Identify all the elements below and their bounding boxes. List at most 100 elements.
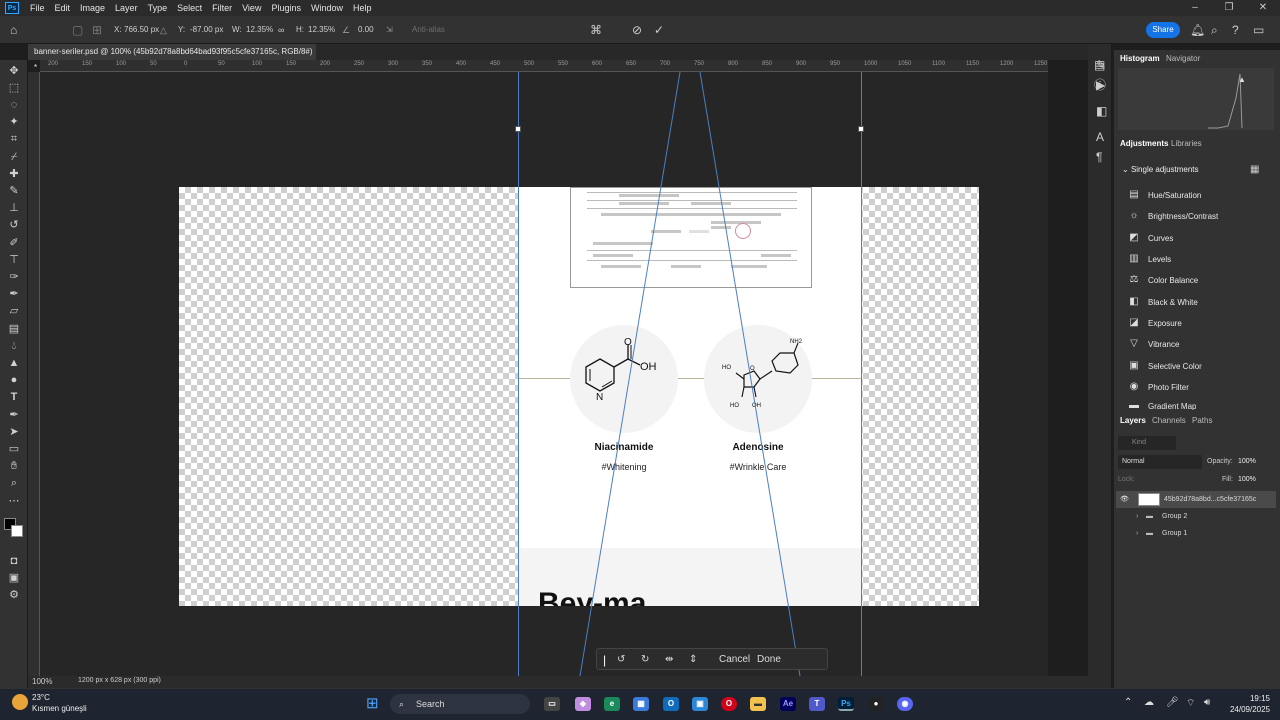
- document-size[interactable]: 1200 px x 628 px (300 ppi): [78, 677, 161, 684]
- tab-histogram[interactable]: Histogram: [1120, 54, 1160, 63]
- screen-mode-icon[interactable]: ▣: [7, 571, 21, 585]
- menu-select[interactable]: Select: [172, 3, 207, 13]
- teams-icon[interactable]: T: [809, 697, 825, 711]
- hand-tool-icon[interactable]: ✋︎: [7, 459, 21, 473]
- menu-file[interactable]: File: [25, 3, 50, 13]
- reference-point-icon[interactable]: ▢: [72, 23, 83, 37]
- chrome-icon[interactable]: ●: [868, 697, 884, 711]
- y-field[interactable]: -87.00 px: [190, 16, 223, 44]
- pen-brush-icon[interactable]: ✐: [7, 236, 21, 250]
- blur-tool-icon[interactable]: 💧︎: [7, 339, 21, 353]
- character-icon[interactable]: A: [1096, 130, 1104, 144]
- mixer-brush-icon[interactable]: ✑: [7, 270, 21, 284]
- edge-icon[interactable]: e: [604, 697, 620, 711]
- task-view-icon[interactable]: ▭: [544, 697, 560, 711]
- marquee-tool-icon[interactable]: ⬚: [7, 81, 21, 95]
- play-actions-icon[interactable]: ▶: [1096, 78, 1105, 92]
- minimize-icon[interactable]: –: [1178, 0, 1212, 16]
- blend-mode-select[interactable]: Normal: [1118, 455, 1202, 469]
- tab-channels[interactable]: Channels: [1152, 416, 1186, 425]
- gradient-tool-icon[interactable]: ▤: [7, 322, 21, 336]
- document-tab[interactable]: banner-seriler.psd @ 100% (45b92d78a8bd6…: [28, 44, 316, 72]
- taskbar-search[interactable]: ⌕ Search: [390, 694, 530, 714]
- reference-grid-icon[interactable]: ⊞: [92, 23, 102, 37]
- sharpen-tool-icon[interactable]: ▲: [7, 356, 21, 370]
- transform-handle-top-left[interactable]: [515, 126, 521, 132]
- link-icon[interactable]: ∞: [278, 23, 284, 37]
- photoshop-taskbar-icon[interactable]: Ps: [838, 697, 854, 711]
- tab-libraries[interactable]: Libraries: [1171, 139, 1202, 148]
- antialias-checkbox[interactable]: Anti-alias: [412, 16, 445, 44]
- move-tool-icon[interactable]: ✥: [7, 64, 21, 78]
- menu-plugins[interactable]: Plugins: [266, 3, 306, 13]
- menu-view[interactable]: View: [237, 3, 266, 13]
- fill-field[interactable]: 100%: [1238, 476, 1256, 483]
- h-field[interactable]: 12.35%: [308, 16, 335, 44]
- menu-image[interactable]: Image: [75, 3, 110, 13]
- cancel-transform-icon[interactable]: ⊘: [632, 23, 642, 37]
- adj-gradient-map[interactable]: ▬ Gradient Map: [1128, 402, 1196, 410]
- tab-navigator[interactable]: Navigator: [1166, 54, 1200, 63]
- menu-filter[interactable]: Filter: [207, 3, 237, 13]
- opacity-field[interactable]: 100%: [1238, 458, 1256, 465]
- healing-tool-icon[interactable]: ✚: [7, 167, 21, 181]
- menu-help[interactable]: Help: [348, 3, 377, 13]
- store-icon[interactable]: ▦: [633, 697, 649, 711]
- windows-start-icon[interactable]: ⊞: [366, 696, 382, 712]
- type-tool-icon[interactable]: T: [7, 390, 21, 404]
- layer-row-group1[interactable]: › ▬ Group 1: [1116, 525, 1276, 542]
- quick-mask-icon[interactable]: ◘: [7, 554, 21, 568]
- rotate-left-icon[interactable]: ↺: [617, 649, 625, 671]
- share-button[interactable]: Share: [1146, 22, 1180, 38]
- adj-brightness-contrast[interactable]: ☼ Brightness/Contrast: [1128, 210, 1218, 222]
- adj-hue-saturation[interactable]: ▤ Hue/Saturation: [1128, 189, 1201, 201]
- layers-stack-icon[interactable]: ◧: [1096, 104, 1107, 118]
- remote-desktop-icon[interactable]: ▣: [692, 697, 708, 711]
- done-button[interactable]: Done: [757, 649, 781, 671]
- flip-vertical-icon[interactable]: ⇕: [689, 649, 697, 671]
- commit-transform-icon[interactable]: ✓: [654, 23, 664, 37]
- w-field[interactable]: 12.35%: [246, 16, 273, 44]
- rotate-right-icon[interactable]: ↻: [641, 649, 649, 671]
- chevron-right-icon[interactable]: ›: [1136, 508, 1138, 525]
- weather-widget[interactable]: 23°C Kısmen güneşli: [32, 692, 87, 714]
- weather-icon[interactable]: [12, 694, 28, 710]
- adj-photo-filter[interactable]: ◉ Photo Filter: [1128, 381, 1189, 393]
- layer-row-group2[interactable]: › ▬ Group 2: [1116, 508, 1276, 525]
- menu-window[interactable]: Window: [306, 3, 348, 13]
- transform-handle-top-right[interactable]: [858, 126, 864, 132]
- tab-paths[interactable]: Paths: [1192, 416, 1212, 425]
- adj-vibrance[interactable]: ▽ Vibrance: [1128, 338, 1179, 350]
- delta-icon[interactable]: △: [160, 23, 167, 37]
- single-adjustments-header[interactable]: ⌄ Single adjustments: [1122, 165, 1199, 174]
- layer-row-active[interactable]: 👁︎ 45b92d78a8bd...c5cfe37165c: [1116, 491, 1276, 508]
- zoom-tool-icon[interactable]: ⌕: [7, 476, 21, 490]
- grid-view-icon[interactable]: ▦: [1250, 163, 1259, 177]
- bell-icon[interactable]: 🔔︎: [1190, 23, 1205, 37]
- crop-tool-icon[interactable]: ⌗: [7, 132, 21, 146]
- opera-icon[interactable]: O: [721, 697, 737, 711]
- adj-color-balance[interactable]: ⚖ Color Balance: [1128, 274, 1199, 286]
- home-icon[interactable]: ⌂: [10, 23, 17, 37]
- taskbar-clock[interactable]: 19:15 24/09/2025: [1224, 693, 1270, 715]
- workspace-icon[interactable]: ▭: [1253, 23, 1264, 37]
- menu-type[interactable]: Type: [143, 3, 173, 13]
- adj-black-white[interactable]: ◧ Black & White: [1128, 296, 1198, 308]
- drag-handle-icon[interactable]: |: [603, 649, 606, 671]
- eye-icon[interactable]: 👁︎: [1120, 491, 1129, 508]
- paragraph-icon[interactable]: ¶: [1096, 150, 1102, 164]
- pattern-tool-icon[interactable]: ✒: [7, 287, 21, 301]
- adj-levels[interactable]: ▥ Levels: [1128, 253, 1171, 265]
- after-effects-icon[interactable]: Ae: [780, 697, 796, 711]
- restore-icon[interactable]: ❐: [1212, 0, 1246, 16]
- angle-field[interactable]: 0.00: [358, 16, 374, 44]
- dodge-tool-icon[interactable]: ●: [7, 373, 21, 387]
- tray-chevron-icon[interactable]: ⌃: [1124, 697, 1132, 708]
- warp-icon[interactable]: ⌘: [590, 23, 602, 37]
- extras-icon[interactable]: ⚙: [7, 588, 21, 602]
- tab-layers[interactable]: Layers: [1120, 416, 1146, 425]
- pen-tool-icon[interactable]: ✒: [7, 408, 21, 422]
- tray-app-icon[interactable]: ☁: [1144, 697, 1154, 708]
- x-field[interactable]: 766.50 px: [124, 16, 159, 44]
- discord-icon[interactable]: ◉: [897, 697, 913, 711]
